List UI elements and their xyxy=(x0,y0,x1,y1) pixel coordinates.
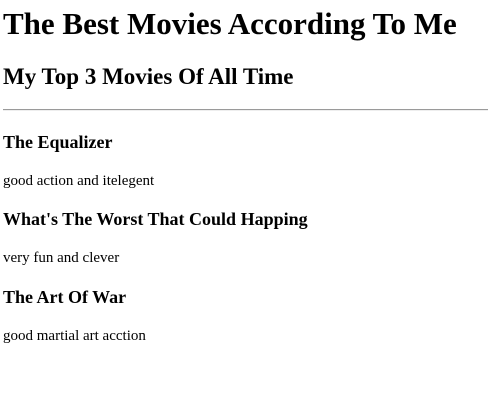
movie-description-1: good action and itelegent xyxy=(3,173,155,189)
page-content: The Best Movies According To Me My Top 3… xyxy=(0,0,493,412)
movie-title-2: What's The Worst That Could Happing xyxy=(3,209,308,229)
movie-title-1: The Equalizer xyxy=(3,132,113,152)
movie-description-2: very fun and clever xyxy=(3,250,120,266)
page-title: The Best Movies According To Me xyxy=(3,6,457,41)
horizontal-divider xyxy=(3,109,488,111)
page-subtitle: My Top 3 Movies Of All Time xyxy=(3,64,294,89)
movie-title-3: The Art Of War xyxy=(3,287,127,307)
movie-description-3: good martial art acction xyxy=(3,328,146,344)
